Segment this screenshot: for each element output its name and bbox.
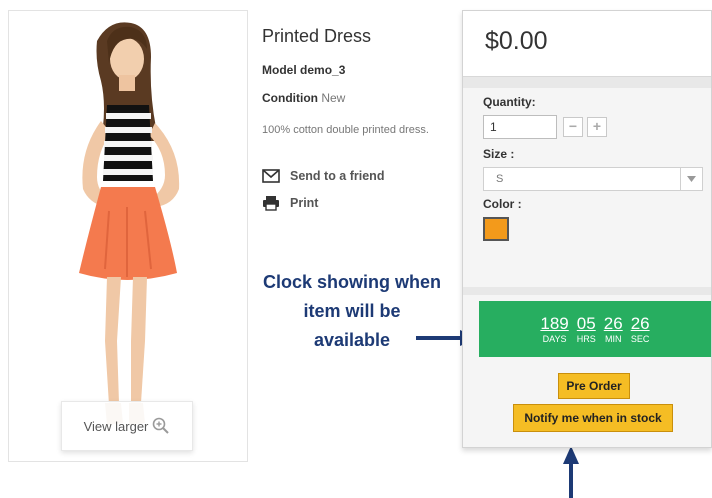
product-actions: Send to a friend Print bbox=[262, 169, 458, 211]
view-larger-label: View larger bbox=[83, 418, 149, 434]
printer-icon bbox=[263, 196, 279, 211]
countdown-clock: 189 DAYS 05 HRS 26 MIN 26 SEC bbox=[479, 301, 711, 357]
product-image-panel: View larger bbox=[8, 10, 248, 462]
quantity-input[interactable]: 1 bbox=[483, 115, 557, 139]
send-to-friend-label: Send to a friend bbox=[290, 169, 385, 184]
send-to-friend-link[interactable]: Send to a friend bbox=[262, 169, 458, 183]
color-label: Color : bbox=[483, 197, 522, 211]
minutes-value: 26 bbox=[603, 313, 623, 333]
product-description: 100% cotton double printed dress. bbox=[262, 124, 429, 136]
countdown-seconds: 26 SEC bbox=[630, 313, 650, 344]
quantity-minus-button[interactable]: − bbox=[563, 117, 583, 137]
condition-label: Condition bbox=[262, 91, 318, 105]
hours-label: HRS bbox=[576, 333, 596, 344]
countdown-minutes: 26 MIN bbox=[603, 313, 623, 344]
product-info: Printed Dress Model demo_3 Condition New… bbox=[262, 26, 458, 223]
notify-in-stock-button[interactable]: Notify me when in stock bbox=[513, 404, 673, 432]
days-label: DAYS bbox=[542, 333, 567, 344]
print-link[interactable]: Print bbox=[262, 195, 458, 211]
view-larger-button[interactable]: View larger bbox=[61, 401, 193, 451]
print-label: Print bbox=[290, 196, 319, 211]
chevron-down-icon bbox=[680, 168, 702, 190]
minutes-label: MIN bbox=[604, 333, 622, 344]
seconds-value: 26 bbox=[630, 313, 650, 333]
product-condition: Condition New bbox=[262, 91, 458, 105]
annotation-line-1: Clock showing when bbox=[262, 272, 441, 292]
quantity-plus-button[interactable]: + bbox=[587, 117, 607, 137]
price: $0.00 bbox=[485, 27, 548, 55]
size-selected-value: S bbox=[496, 173, 504, 185]
countdown-days: 189 DAYS bbox=[540, 313, 569, 344]
seconds-label: SEC bbox=[630, 333, 650, 344]
days-value: 189 bbox=[540, 313, 569, 333]
annotation-line-2: item will be bbox=[303, 301, 401, 321]
size-select[interactable]: S bbox=[483, 167, 703, 191]
product-options: Quantity: 1 − + Size : S Color : bbox=[483, 95, 703, 241]
size-label: Size : bbox=[483, 147, 515, 161]
product-image[interactable] bbox=[9, 11, 248, 462]
divider bbox=[463, 77, 711, 88]
model-label: Model bbox=[262, 63, 297, 77]
countdown-hours: 05 HRS bbox=[576, 313, 596, 344]
price-area: $0.00 bbox=[463, 11, 711, 77]
quantity-row: 1 − + bbox=[483, 115, 703, 139]
divider bbox=[463, 287, 711, 295]
color-swatch-orange[interactable] bbox=[483, 217, 509, 241]
quantity-label: Quantity: bbox=[483, 95, 536, 109]
pre-order-button[interactable]: Pre Order bbox=[558, 373, 630, 399]
product-model: Model demo_3 bbox=[262, 63, 458, 77]
hours-value: 05 bbox=[576, 313, 596, 333]
product-title: Printed Dress bbox=[262, 26, 372, 46]
buy-box: $0.00 Quantity: 1 − + Size : S Color : 1… bbox=[462, 10, 712, 448]
envelope-icon bbox=[262, 169, 280, 184]
condition-value: New bbox=[321, 91, 346, 105]
model-value: demo_3 bbox=[300, 63, 346, 77]
arrow-up-icon bbox=[563, 446, 579, 498]
zoom-in-icon bbox=[153, 417, 170, 434]
